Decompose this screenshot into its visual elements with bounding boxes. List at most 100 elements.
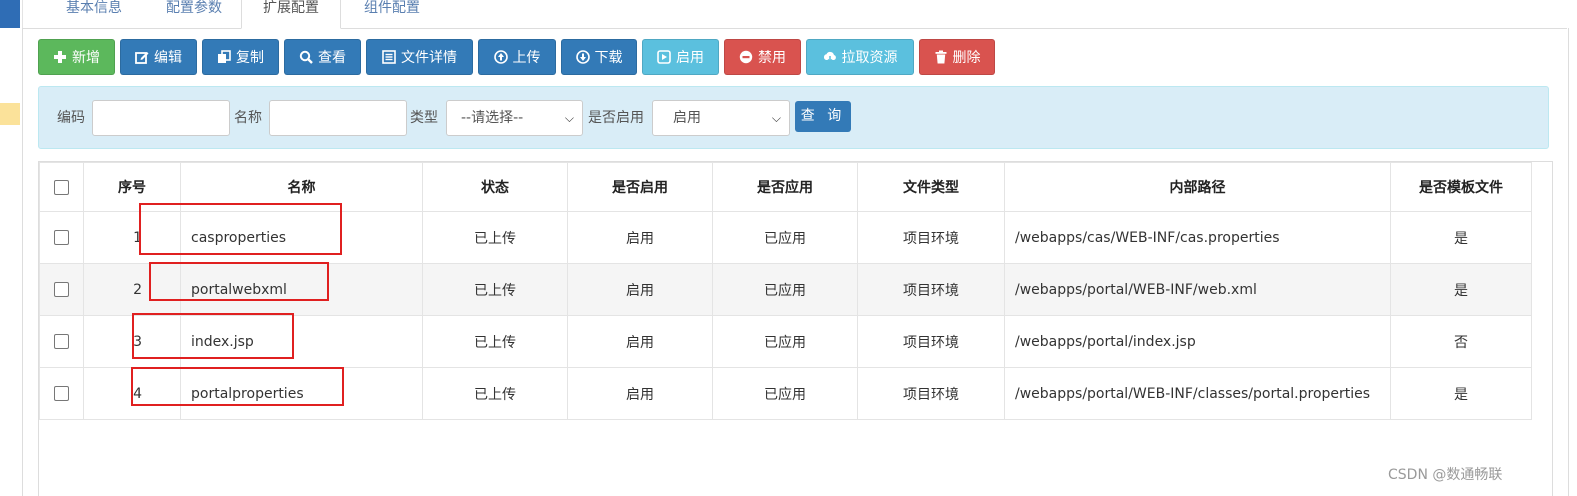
type-select[interactable]: --请选择-- ⌵ bbox=[446, 100, 583, 136]
download-icon bbox=[575, 50, 590, 64]
name-input[interactable] bbox=[269, 100, 407, 136]
cell-status: 已上传 bbox=[422, 263, 568, 316]
cell-applied: 已应用 bbox=[712, 263, 858, 316]
cell-file-type: 项目环境 bbox=[857, 263, 1005, 316]
enabled-select-value: 启用 bbox=[673, 110, 701, 126]
code-label: 编码 bbox=[57, 110, 85, 126]
header-file-type[interactable]: 文件类型 bbox=[857, 162, 1005, 212]
row-checkbox[interactable] bbox=[54, 230, 69, 245]
left-sidebar-edge bbox=[0, 0, 23, 496]
row-checkbox-cell[interactable] bbox=[39, 367, 84, 420]
header-enabled[interactable]: 是否启用 bbox=[567, 162, 713, 212]
enabled-select[interactable]: 启用 ⌵ bbox=[652, 100, 790, 136]
cell-enabled: 启用 bbox=[567, 367, 713, 420]
highlight-box bbox=[132, 313, 294, 359]
cell-enabled: 启用 bbox=[567, 211, 713, 264]
pull-resource-button[interactable]: 拉取资源 bbox=[806, 39, 914, 75]
header-status[interactable]: 状态 bbox=[422, 162, 568, 212]
select-all-cell[interactable] bbox=[39, 162, 84, 212]
row-checkbox-cell[interactable] bbox=[39, 211, 84, 264]
upload-button[interactable]: 上传 bbox=[478, 39, 556, 75]
copy-button[interactable]: 复制 bbox=[202, 39, 279, 75]
type-select-value: --请选择-- bbox=[461, 110, 524, 126]
minus-circle-icon bbox=[739, 50, 753, 64]
view-button-label: 查看 bbox=[318, 50, 346, 66]
download-button-label: 下载 bbox=[594, 50, 623, 66]
pull-resource-button-label: 拉取资源 bbox=[841, 50, 898, 66]
edit-icon bbox=[135, 52, 149, 64]
enable-button[interactable]: 启用 bbox=[642, 39, 719, 75]
tab-basic-info[interactable]: 基本信息 bbox=[44, 0, 144, 28]
search-icon bbox=[299, 50, 313, 64]
cell-is-template: 是 bbox=[1390, 263, 1532, 316]
copy-icon bbox=[218, 50, 231, 63]
cell-enabled: 启用 bbox=[567, 263, 713, 316]
cell-file-type: 项目环境 bbox=[857, 315, 1005, 368]
delete-button[interactable]: 删除 bbox=[919, 39, 995, 75]
delete-button-label: 删除 bbox=[952, 50, 981, 66]
chevron-down-icon: ⌵ bbox=[564, 111, 574, 125]
highlight-box bbox=[149, 262, 329, 301]
cell-applied: 已应用 bbox=[712, 211, 858, 264]
highlight-box bbox=[139, 203, 342, 255]
add-button-label: 新增 bbox=[72, 50, 100, 66]
enabled-label: 是否启用 bbox=[588, 110, 644, 126]
select-all-checkbox[interactable] bbox=[54, 179, 69, 195]
cell-path: /webapps/portal/WEB-INF/classes/portal.p… bbox=[1004, 367, 1391, 420]
header-applied[interactable]: 是否应用 bbox=[712, 162, 858, 212]
file-details-button-label: 文件详情 bbox=[401, 50, 457, 66]
cell-file-type: 项目环境 bbox=[857, 211, 1005, 264]
watermark: CSDN @数通畅联 bbox=[1388, 467, 1503, 483]
file-details-button[interactable]: 文件详情 bbox=[366, 39, 473, 75]
header-is-template[interactable]: 是否模板文件 bbox=[1390, 162, 1532, 212]
copy-button-label: 复制 bbox=[236, 50, 264, 66]
query-button[interactable]: 查 询 bbox=[795, 101, 851, 132]
cell-enabled: 启用 bbox=[567, 315, 713, 368]
trash-icon bbox=[935, 50, 946, 64]
cell-status: 已上传 bbox=[422, 367, 568, 420]
row-checkbox[interactable] bbox=[54, 282, 69, 297]
cell-status: 已上传 bbox=[422, 315, 568, 368]
tab-extension-config[interactable]: 扩展配置 bbox=[241, 0, 341, 29]
row-checkbox-cell[interactable] bbox=[39, 263, 84, 316]
cloud-download-icon bbox=[823, 51, 836, 63]
tab-config-params[interactable]: 配置参数 bbox=[144, 0, 244, 28]
view-button[interactable]: 查看 bbox=[284, 39, 361, 75]
cell-path: /webapps/portal/WEB-INF/web.xml bbox=[1004, 263, 1391, 316]
cell-path: /webapps/portal/index.jsp bbox=[1004, 315, 1391, 368]
disable-button-label: 禁用 bbox=[758, 50, 786, 66]
highlight-box bbox=[131, 367, 344, 406]
header-path[interactable]: 内部路径 bbox=[1004, 162, 1391, 212]
cell-is-template: 是 bbox=[1390, 211, 1532, 264]
download-button[interactable]: 下载 bbox=[561, 39, 637, 75]
upload-icon bbox=[493, 50, 508, 64]
plus-icon bbox=[54, 51, 66, 63]
cell-path: /webapps/cas/WEB-INF/cas.properties bbox=[1004, 211, 1391, 264]
disable-button[interactable]: 禁用 bbox=[724, 39, 801, 75]
edit-button[interactable]: 编辑 bbox=[120, 39, 197, 75]
row-checkbox[interactable] bbox=[54, 386, 69, 401]
chevron-down-icon: ⌵ bbox=[771, 111, 781, 125]
cell-applied: 已应用 bbox=[712, 315, 858, 368]
play-icon bbox=[657, 50, 671, 64]
cell-applied: 已应用 bbox=[712, 367, 858, 420]
type-label: 类型 bbox=[410, 110, 438, 126]
row-checkbox-cell[interactable] bbox=[39, 315, 84, 368]
code-input[interactable] bbox=[92, 100, 230, 136]
cell-is-template: 是 bbox=[1390, 367, 1532, 420]
add-button[interactable]: 新增 bbox=[38, 39, 115, 75]
cell-file-type: 项目环境 bbox=[857, 367, 1005, 420]
sidebar-highlight-marker bbox=[0, 103, 20, 125]
search-bar: 编码 名称 类型 --请选择-- ⌵ 是否启用 启用 ⌵ 查 询 bbox=[38, 86, 1549, 149]
name-label: 名称 bbox=[234, 110, 262, 126]
sidebar-active-marker bbox=[0, 0, 20, 28]
enable-button-label: 启用 bbox=[676, 50, 704, 66]
upload-button-label: 上传 bbox=[512, 50, 541, 66]
tab-bar: 基本信息 配置参数 扩展配置 组件配置 bbox=[22, 0, 1567, 29]
edit-button-label: 编辑 bbox=[154, 50, 182, 66]
cell-is-template: 否 bbox=[1390, 315, 1532, 368]
list-icon bbox=[382, 50, 396, 64]
cell-status: 已上传 bbox=[422, 211, 568, 264]
row-checkbox[interactable] bbox=[54, 334, 69, 349]
tab-component-config[interactable]: 组件配置 bbox=[340, 0, 444, 28]
